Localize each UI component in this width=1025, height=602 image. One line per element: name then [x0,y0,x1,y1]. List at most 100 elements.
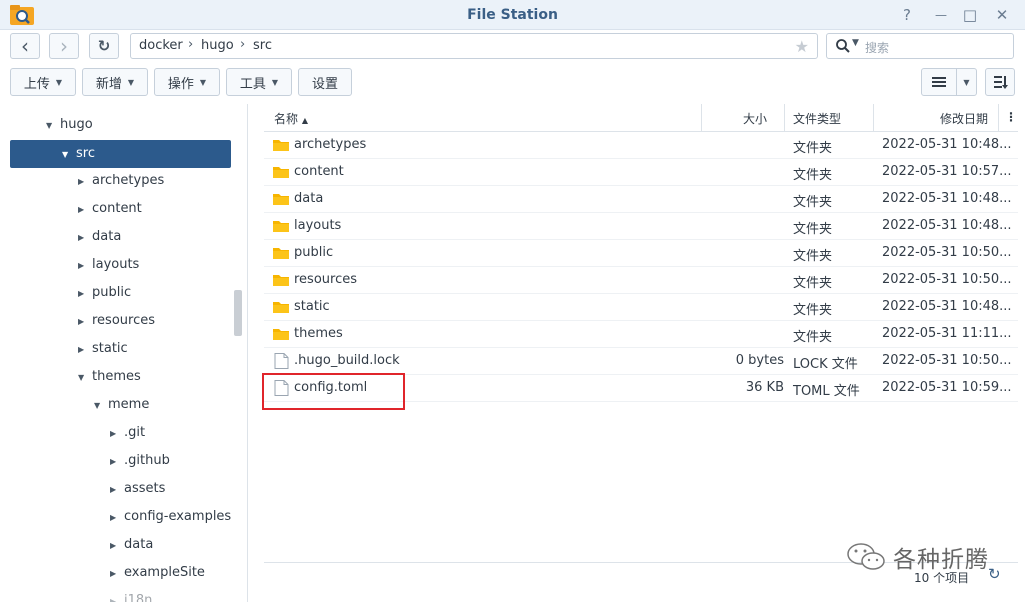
star-icon[interactable]: ★ [795,37,809,56]
caret-right-icon[interactable]: ▶ [110,505,124,531]
tree-item-i18n[interactable]: ▶ i18n [110,588,152,602]
search-field[interactable]: ▼ 搜索 [826,33,1014,59]
tree-item-archetypes[interactable]: ▶ archetypes [78,168,164,194]
file-name[interactable]: themes [294,326,343,341]
column-divider[interactable] [701,104,702,132]
tree-item-config-examples[interactable]: ▶ config-examples [110,504,231,530]
file-name[interactable]: content [294,164,344,179]
tree-item-resources[interactable]: ▶ resources [78,308,155,334]
create-button[interactable]: 新增 ▼ [82,68,148,96]
caret-right-icon[interactable]: ▶ [110,561,124,587]
help-button[interactable]: ? [896,5,918,25]
caret-right-icon[interactable]: ▶ [110,421,124,447]
column-header-modified[interactable]: 修改日期 [940,110,988,127]
tree-item-assets[interactable]: ▶ assets [110,476,165,502]
watermark: 各种折腾 [845,540,995,574]
close-button[interactable]: ✕ [991,5,1013,25]
breadcrumb-src[interactable]: src [253,38,272,53]
tree-item-label: assets [124,481,166,496]
caret-down-icon[interactable]: ▼ [94,393,108,419]
action-button[interactable]: 操作 ▼ [154,68,220,96]
file-name[interactable]: static [294,299,330,314]
column-header-type[interactable]: 文件类型 [793,110,841,127]
table-row[interactable]: resources 文件夹 2022-05-31 10:50... [264,267,1018,294]
sort-button[interactable] [985,68,1015,96]
sidebar-scrollbar[interactable] [234,290,242,336]
column-options-icon[interactable]: ⋮ [1005,110,1017,124]
tree-item-themes[interactable]: ▼ themes [78,364,141,390]
caret-right-icon[interactable]: ▶ [78,281,92,307]
tree-item-static[interactable]: ▶ static [78,336,128,362]
file-name[interactable]: data [294,191,323,206]
caret-right-icon[interactable]: ▶ [78,169,92,195]
file-size: 36 KB [745,380,784,395]
tree-item-examplesite[interactable]: ▶ exampleSite [110,560,205,586]
maximize-button[interactable]: □ [959,5,981,25]
folder-icon [273,275,289,286]
file-name[interactable]: layouts [294,218,341,233]
forward-button[interactable]: › [49,33,79,59]
chevron-down-icon: ▼ [55,77,63,87]
tree-item-data[interactable]: ▶ data [78,224,121,250]
breadcrumb-hugo[interactable]: hugo [201,38,234,53]
caret-down-icon[interactable]: ▼ [78,365,92,391]
file-name[interactable]: resources [294,272,357,287]
caret-right-icon[interactable]: ▶ [110,449,124,475]
table-row[interactable]: data 文件夹 2022-05-31 10:48... [264,186,1018,213]
column-divider[interactable] [998,104,999,132]
caret-right-icon[interactable]: ▶ [110,477,124,503]
tree-item-public[interactable]: ▶ public [78,280,131,306]
caret-right-icon[interactable]: ▶ [110,589,124,602]
view-options-dropdown[interactable]: ▼ [956,68,977,96]
tree-item-data[interactable]: ▶ data [110,532,153,558]
column-header-name[interactable]: 名称 ▲ [274,110,308,127]
file-modified: 2022-05-31 10:57... [882,164,1012,179]
tree-item-src[interactable]: ▼ src [62,141,95,167]
caret-down-icon[interactable]: ▼ [62,142,76,168]
table-row[interactable]: content 文件夹 2022-05-31 10:57... [264,159,1018,186]
tree-item-git[interactable]: ▶ .git [110,420,145,446]
column-divider[interactable] [784,104,785,132]
table-row[interactable]: layouts 文件夹 2022-05-31 10:48... [264,213,1018,240]
column-header-size[interactable]: 大小 [743,110,767,127]
caret-right-icon[interactable]: ▶ [110,533,124,559]
tree-item-label: archetypes [92,173,165,188]
caret-right-icon[interactable]: ▶ [78,225,92,251]
table-row[interactable]: themes 文件夹 2022-05-31 11:11... [264,321,1018,348]
sort-ascending-icon: ▲ [301,116,308,125]
upload-button[interactable]: 上传 ▼ [10,68,76,96]
tree-item-content[interactable]: ▶ content [78,196,142,222]
tree-item-label: data [92,229,122,244]
column-divider[interactable] [873,104,874,132]
tree-item-layouts[interactable]: ▶ layouts [78,252,139,278]
file-modified: 2022-05-31 10:48... [882,137,1012,152]
table-row[interactable]: archetypes 文件夹 2022-05-31 10:48... [264,132,1018,159]
caret-right-icon[interactable]: ▶ [78,337,92,363]
table-row[interactable]: public 文件夹 2022-05-31 10:50... [264,240,1018,267]
back-button[interactable]: ‹ [10,33,40,59]
file-name[interactable]: .hugo_build.lock [294,353,400,368]
caret-right-icon[interactable]: ▶ [78,309,92,335]
tree-item-label: static [92,341,128,356]
caret-right-icon[interactable]: ▶ [78,253,92,279]
file-modified: 2022-05-31 11:11... [882,326,1012,341]
caret-right-icon[interactable]: ▶ [78,197,92,223]
table-row[interactable]: .hugo_build.lock 0 bytes LOCK 文件 2022-05-31… [264,348,1018,375]
file-name[interactable]: public [294,245,333,260]
settings-button[interactable]: 设置 [298,68,352,96]
list-view-button[interactable] [921,68,957,96]
search-placeholder[interactable]: 搜索 [865,39,889,56]
tools-button[interactable]: 工具 ▼ [226,68,292,96]
tree-item-github[interactable]: ▶ .github [110,448,170,474]
minimize-button[interactable]: — [930,5,952,25]
tree-item-meme[interactable]: ▼ meme [94,392,149,418]
tree-item-hugo[interactable]: ▼ hugo [46,112,93,138]
breadcrumb-docker[interactable]: docker [139,38,183,53]
refresh-button[interactable]: ↻ [89,33,119,59]
table-row[interactable]: static 文件夹 2022-05-31 10:48... [264,294,1018,321]
path-bar[interactable]: docker › hugo › src ★ [130,33,818,59]
tree-item-label: .github [124,453,170,468]
caret-down-icon[interactable]: ▼ [46,113,60,139]
chevron-down-icon[interactable]: ▼ [852,38,859,48]
file-name[interactable]: archetypes [294,137,366,152]
